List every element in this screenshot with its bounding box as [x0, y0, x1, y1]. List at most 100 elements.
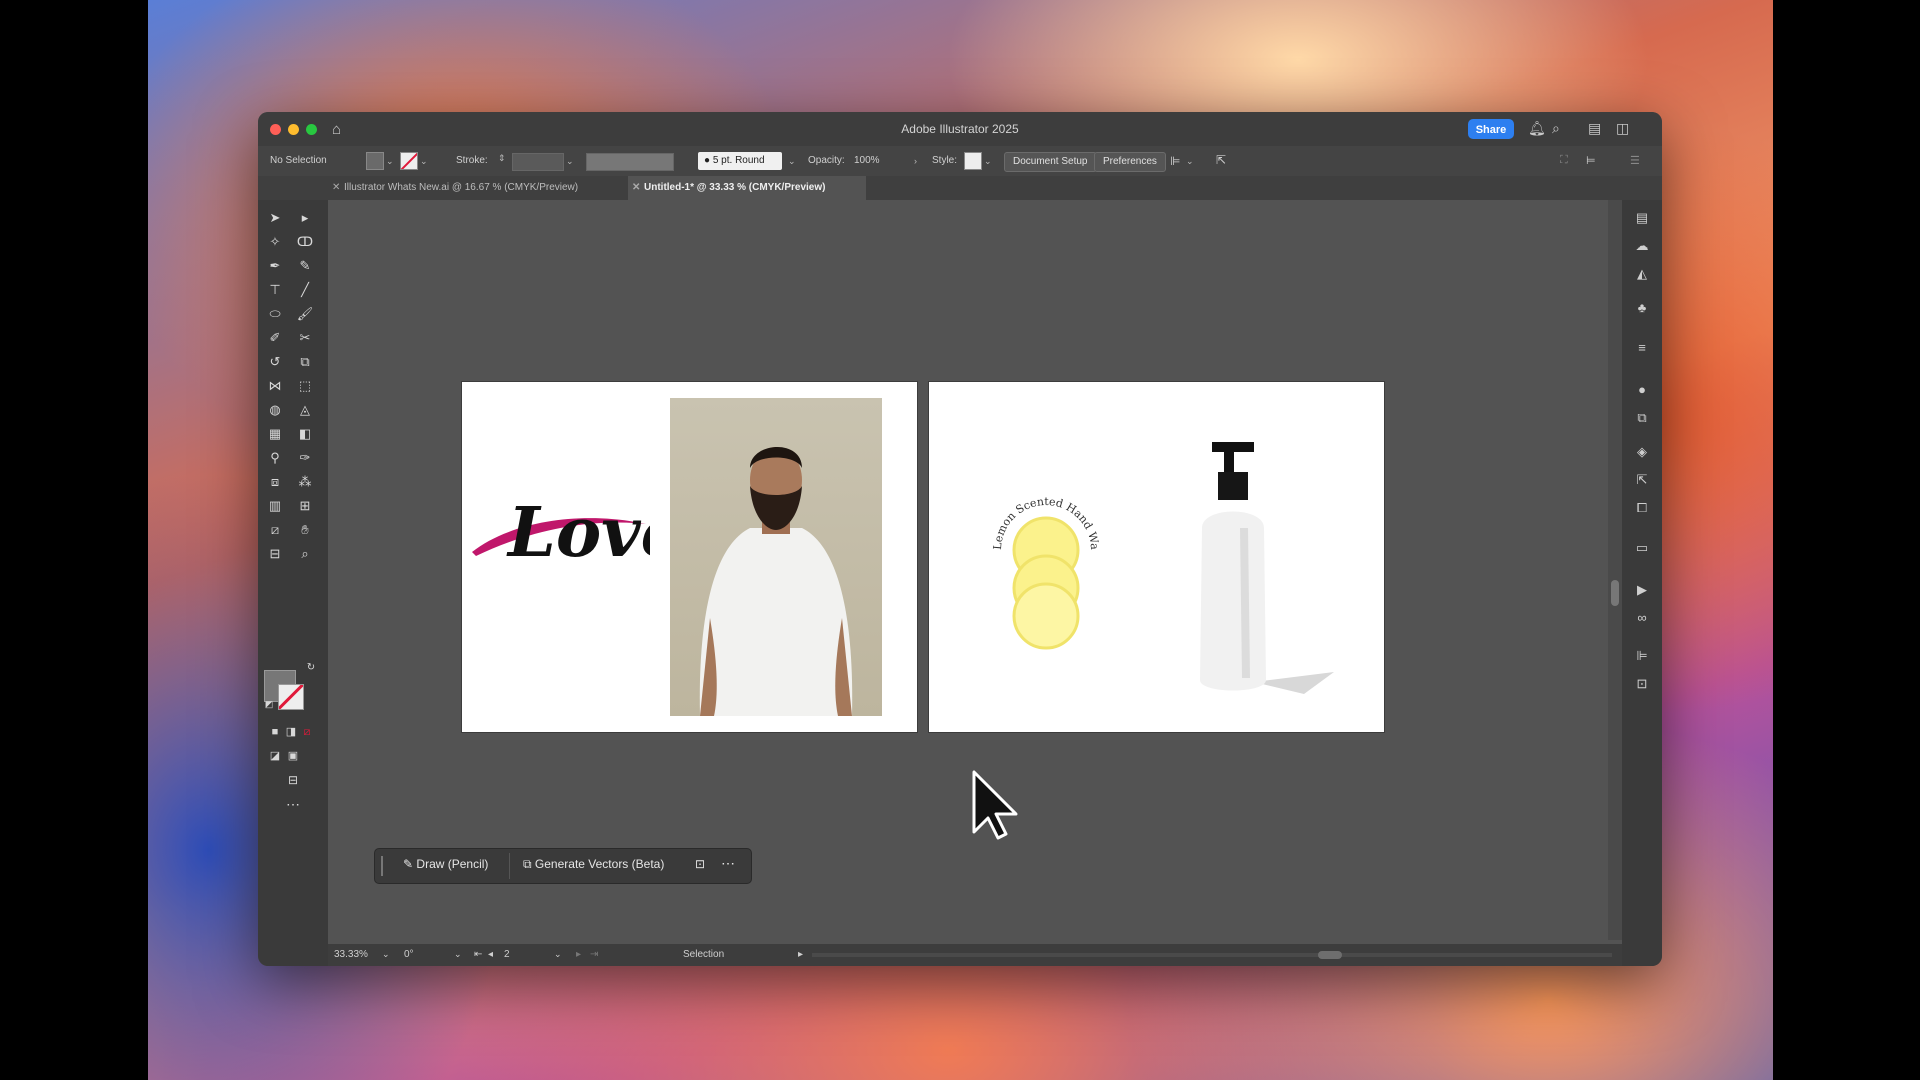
artboard-number-field[interactable]: 2: [504, 949, 510, 960]
measure-tool-icon[interactable]: ✑: [294, 448, 316, 468]
edit-toolbar-icon[interactable]: ⊟: [282, 770, 304, 790]
align-options-icon[interactable]: ⊫: [1170, 154, 1180, 168]
libraries-panel-icon[interactable]: ☁: [1634, 238, 1650, 254]
pen-tool-icon[interactable]: ✒: [264, 256, 286, 276]
scissors-tool-icon[interactable]: ✂: [294, 328, 316, 348]
stroke-color-swatch[interactable]: [278, 684, 304, 710]
distribute-icon[interactable]: ⊨: [1586, 154, 1596, 167]
ellipse-tool-icon[interactable]: ⬭: [264, 304, 286, 324]
line-tool-icon[interactable]: ╱: [294, 280, 316, 300]
vertical-scroll-thumb[interactable]: [1611, 580, 1619, 606]
align-panel-icon[interactable]: ⊫: [1634, 648, 1650, 664]
workspace-switcher-icon[interactable]: ▤: [1588, 120, 1601, 137]
fill-dropdown-icon[interactable]: ⌄: [386, 156, 394, 167]
transform-panel-icon[interactable]: ⧉: [1634, 410, 1650, 426]
search-icon[interactable]: ⌕: [1552, 120, 1560, 137]
stroke-weight-dropdown-icon[interactable]: ⌄: [566, 156, 574, 167]
portrait-photo[interactable]: [670, 398, 882, 716]
vertical-scrollbar[interactable]: [1608, 200, 1622, 940]
opacity-field[interactable]: 100%: [854, 155, 880, 166]
stroke-weight-stepper[interactable]: ⇕: [498, 153, 506, 164]
selection-tool-icon[interactable]: ➤: [264, 208, 286, 228]
links-panel-icon[interactable]: ∞: [1634, 610, 1650, 626]
horizontal-scrollbar[interactable]: [812, 953, 1612, 957]
zoom-dropdown-icon[interactable]: ⌄: [382, 949, 390, 960]
generate-vectors-button[interactable]: ⧉ Generate Vectors (Beta): [523, 857, 664, 872]
isolate-icon[interactable]: ⛶: [1560, 154, 1568, 167]
scale-tool-icon[interactable]: ⧉: [294, 352, 316, 372]
slice-tool-icon[interactable]: ⧄: [264, 520, 286, 540]
color-guide-icon[interactable]: ◭: [1634, 266, 1650, 282]
stroke-panel-icon[interactable]: ≡: [1634, 340, 1650, 356]
bell-icon[interactable]: 🔔︎: [1528, 120, 1546, 137]
swap-fill-stroke-icon[interactable]: ↻: [300, 658, 322, 678]
graphic-style-swatch[interactable]: [964, 152, 982, 170]
variable-width-profile[interactable]: [586, 153, 674, 171]
properties-panel-icon[interactable]: ▤: [1634, 210, 1650, 226]
export-icon[interactable]: ⇱: [1216, 153, 1226, 167]
brush-dropdown-icon[interactable]: ⌄: [788, 156, 796, 167]
export-assets-icon[interactable]: ⇱: [1634, 472, 1650, 488]
artboard-2[interactable]: Lemon Scented Hand Wash: [929, 382, 1384, 732]
shape-builder-tool-icon[interactable]: ◍: [264, 400, 286, 420]
symbol-sprayer-tool-icon[interactable]: ⁂: [294, 472, 316, 492]
artboard-dropdown-icon[interactable]: ⌄: [554, 949, 562, 960]
none-mode-icon[interactable]: ⧄: [296, 722, 318, 742]
hand-tool-icon[interactable]: ✋︎: [294, 520, 316, 540]
free-transform-tool-icon[interactable]: ⬚: [294, 376, 316, 396]
share-button[interactable]: Share: [1468, 119, 1514, 139]
control-menu-icon[interactable]: ☰: [1630, 154, 1640, 167]
mesh-tool-icon[interactable]: ▦: [264, 424, 286, 444]
task-bar-grip[interactable]: [381, 856, 383, 876]
align-dropdown-icon[interactable]: ⌄: [1186, 156, 1194, 167]
actions-panel-icon[interactable]: ▶: [1634, 582, 1650, 598]
preferences-button[interactable]: Preferences: [1094, 152, 1166, 172]
task-bar-options-icon[interactable]: ⊡: [695, 857, 705, 871]
brush-definition-dropdown[interactable]: ● 5 pt. Round: [698, 152, 782, 170]
love-lettering-art[interactable]: Love: [470, 472, 650, 582]
eyedropper-tool-icon[interactable]: ⚲: [264, 448, 286, 468]
type-tool-icon[interactable]: ⊤: [264, 280, 286, 300]
perspective-grid-tool-icon[interactable]: ◬: [294, 400, 316, 420]
style-dropdown-icon[interactable]: ⌄: [984, 156, 992, 167]
more-tools-icon[interactable]: ⋯: [282, 794, 304, 814]
opacity-arrow-icon[interactable]: ›: [914, 156, 917, 166]
direct-selection-tool-icon[interactable]: ▸: [294, 208, 316, 228]
close-tab-icon[interactable]: ✕: [332, 176, 340, 200]
next-artboard-icon[interactable]: ▸: [576, 949, 581, 960]
shaper-tool-icon[interactable]: ✐: [264, 328, 286, 348]
lasso-tool-icon[interactable]: ↀ: [294, 232, 316, 252]
asset-export-icon[interactable]: ⊡: [1634, 676, 1650, 692]
horizontal-scroll-thumb[interactable]: [1318, 951, 1342, 959]
print-tiling-tool-icon[interactable]: ⊟: [264, 544, 286, 564]
more-options-icon[interactable]: ⋯: [721, 855, 735, 872]
stroke-weight-field[interactable]: [512, 153, 564, 171]
tab-untitled-1[interactable]: ✕ Untitled-1* @ 33.33 % (CMYK/Preview): [628, 176, 866, 200]
lemon-slices-art[interactable]: Lemon Scented Hand Wash: [991, 492, 1101, 652]
artboard-1[interactable]: Love: [462, 382, 917, 732]
appearance-panel-icon[interactable]: ●: [1634, 382, 1650, 398]
magic-wand-tool-icon[interactable]: ✧: [264, 232, 286, 252]
default-colors-icon[interactable]: ◩: [258, 694, 280, 714]
artboard-tool-icon[interactable]: ⊞: [294, 496, 316, 516]
zoom-level[interactable]: 33.33%: [334, 949, 368, 960]
layers-panel-icon[interactable]: ◈: [1634, 444, 1650, 460]
opacity-label[interactable]: Opacity:: [808, 155, 845, 166]
screen-mode-icon[interactable]: ▣: [282, 746, 304, 766]
blend-tool-icon[interactable]: ⧈: [264, 472, 286, 492]
close-tab-icon[interactable]: ✕: [632, 176, 640, 200]
stroke-swatch[interactable]: [400, 152, 418, 170]
column-graph-tool-icon[interactable]: ▥: [264, 496, 286, 516]
last-artboard-icon[interactable]: ⇥: [590, 949, 598, 960]
fill-swatch[interactable]: [366, 152, 384, 170]
rotation-value[interactable]: 0°: [404, 949, 414, 960]
rotation-dropdown-icon[interactable]: ⌄: [454, 949, 462, 960]
curvature-tool-icon[interactable]: ✎: [294, 256, 316, 276]
comments-panel-icon[interactable]: ▭: [1634, 540, 1650, 556]
first-artboard-icon[interactable]: ⇤: [474, 949, 482, 960]
panel-layout-icon[interactable]: ◫: [1616, 120, 1629, 137]
gradient-tool-icon[interactable]: ◧: [294, 424, 316, 444]
tab-whats-new[interactable]: ✕ Illustrator Whats New.ai @ 16.67 % (CMY…: [328, 176, 634, 200]
status-menu-arrow-icon[interactable]: ▸: [798, 949, 803, 960]
soap-bottle-image[interactable]: [1184, 432, 1344, 702]
